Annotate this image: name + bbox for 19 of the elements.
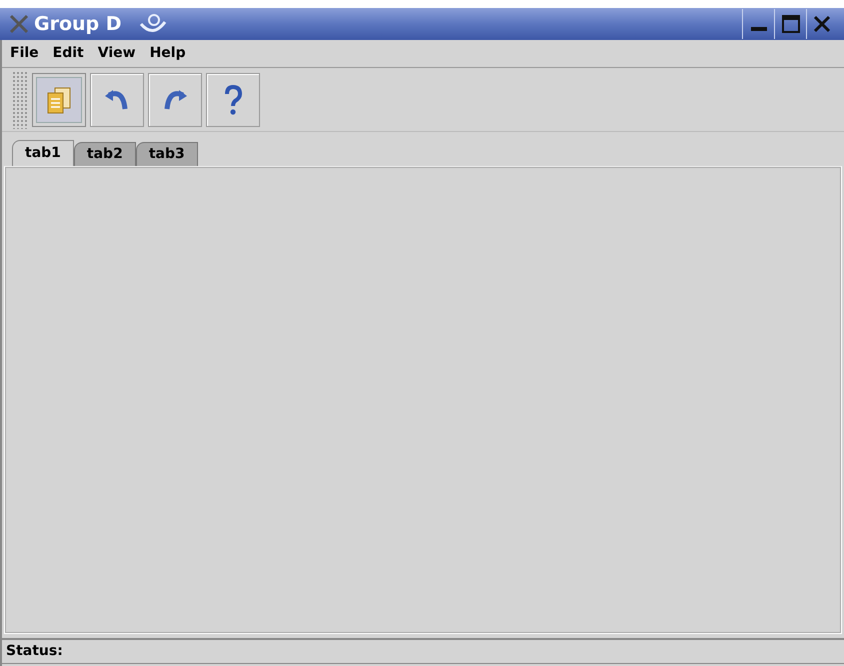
tab[interactable]: tab1: [12, 140, 74, 166]
toolbar-button[interactable]: [206, 72, 260, 126]
x-logo-icon: [8, 13, 30, 35]
toolbar-button[interactable]: [90, 72, 144, 126]
tab[interactable]: tab3: [136, 142, 198, 166]
tab[interactable]: tab2: [74, 142, 136, 166]
menu-item[interactable]: Help: [150, 43, 186, 64]
documents-icon: [46, 86, 72, 114]
menu-item[interactable]: File: [10, 43, 39, 64]
status-bar: Status:: [2, 638, 844, 664]
minimize-icon: [750, 27, 766, 31]
close-icon: [812, 15, 830, 33]
maximize-icon: [782, 15, 800, 33]
toolbar-button[interactable]: [32, 72, 86, 126]
toolbar-button[interactable]: [148, 72, 202, 126]
question-mark-icon: [223, 84, 243, 114]
window-title: Group D: [34, 12, 122, 37]
menu-item[interactable]: Edit: [52, 43, 84, 64]
menu-item[interactable]: View: [98, 43, 136, 64]
